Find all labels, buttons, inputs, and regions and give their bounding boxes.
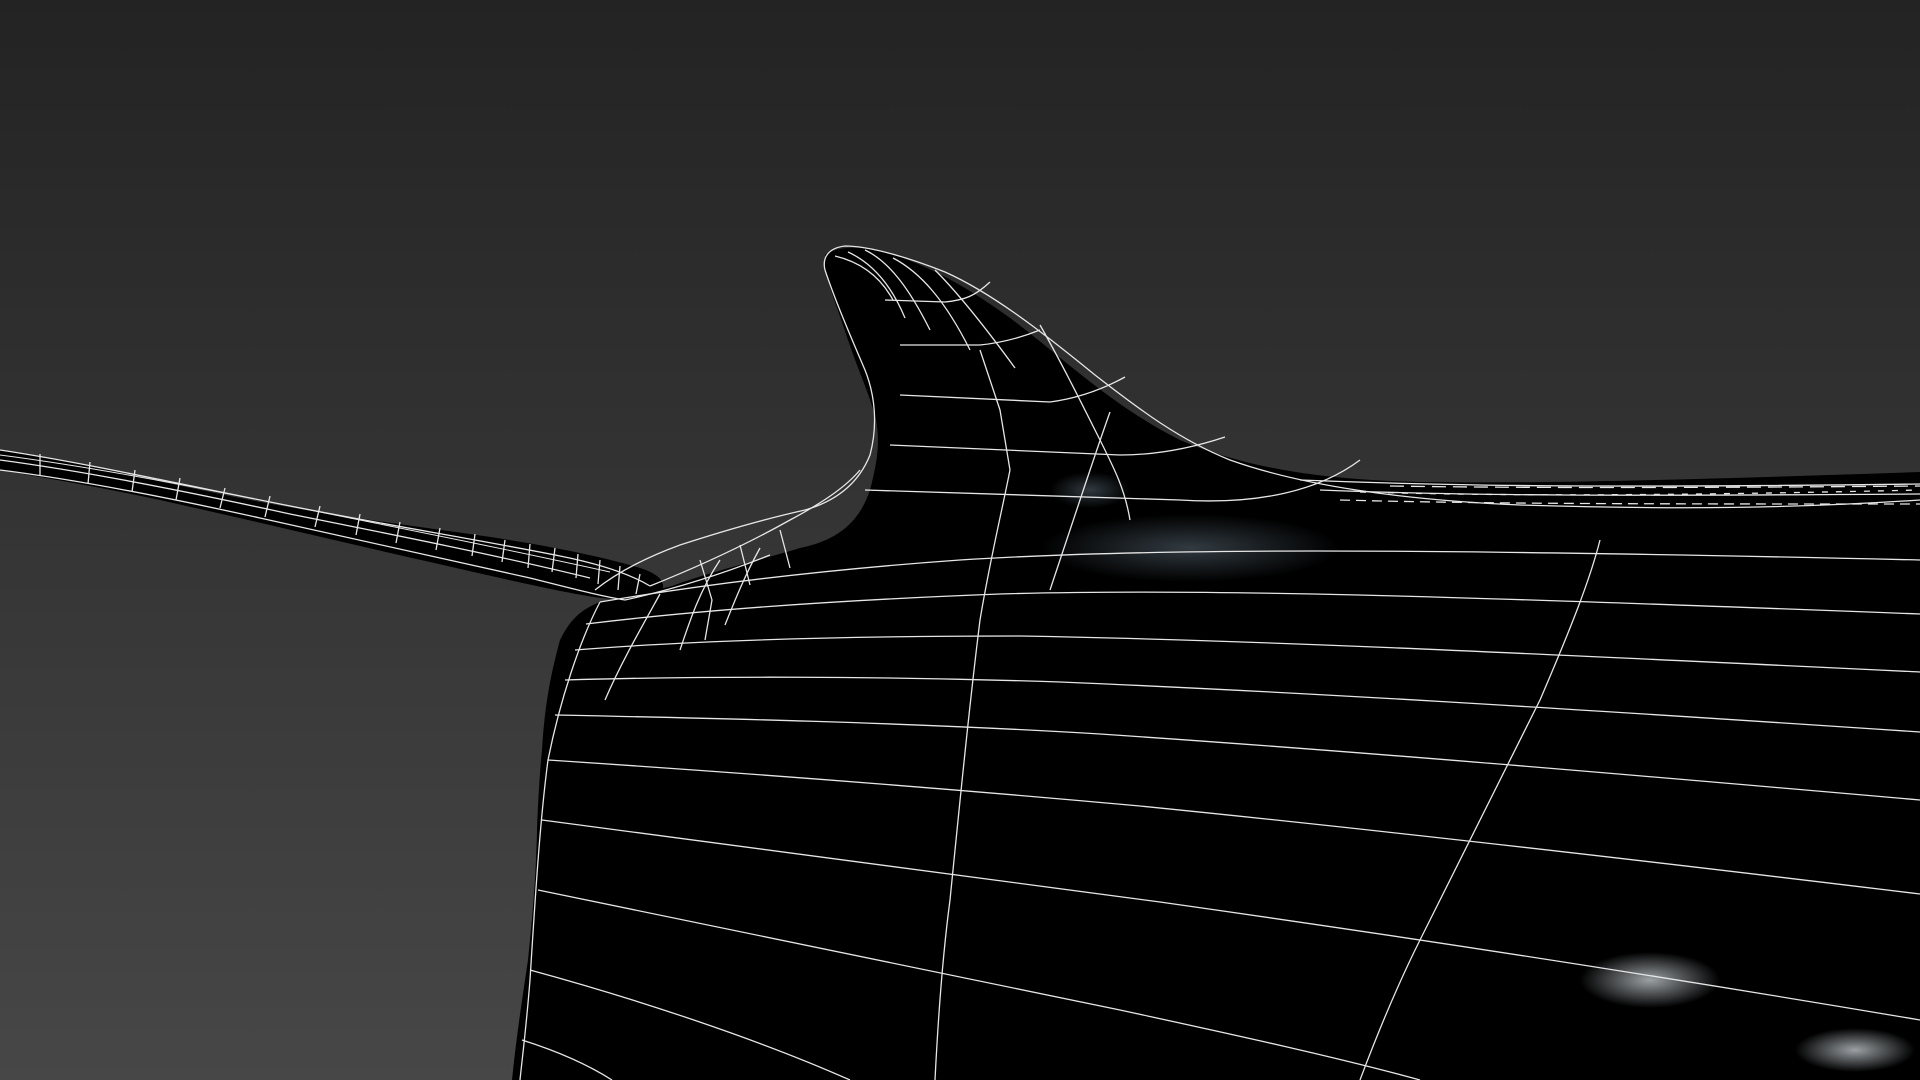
surface-speck-2 bbox=[1795, 1028, 1915, 1072]
3d-viewport[interactable] bbox=[0, 0, 1920, 1080]
surface-speck-1 bbox=[1580, 952, 1720, 1008]
viewport-canvas[interactable] bbox=[0, 0, 1920, 1080]
surface-highlight bbox=[1040, 514, 1340, 582]
